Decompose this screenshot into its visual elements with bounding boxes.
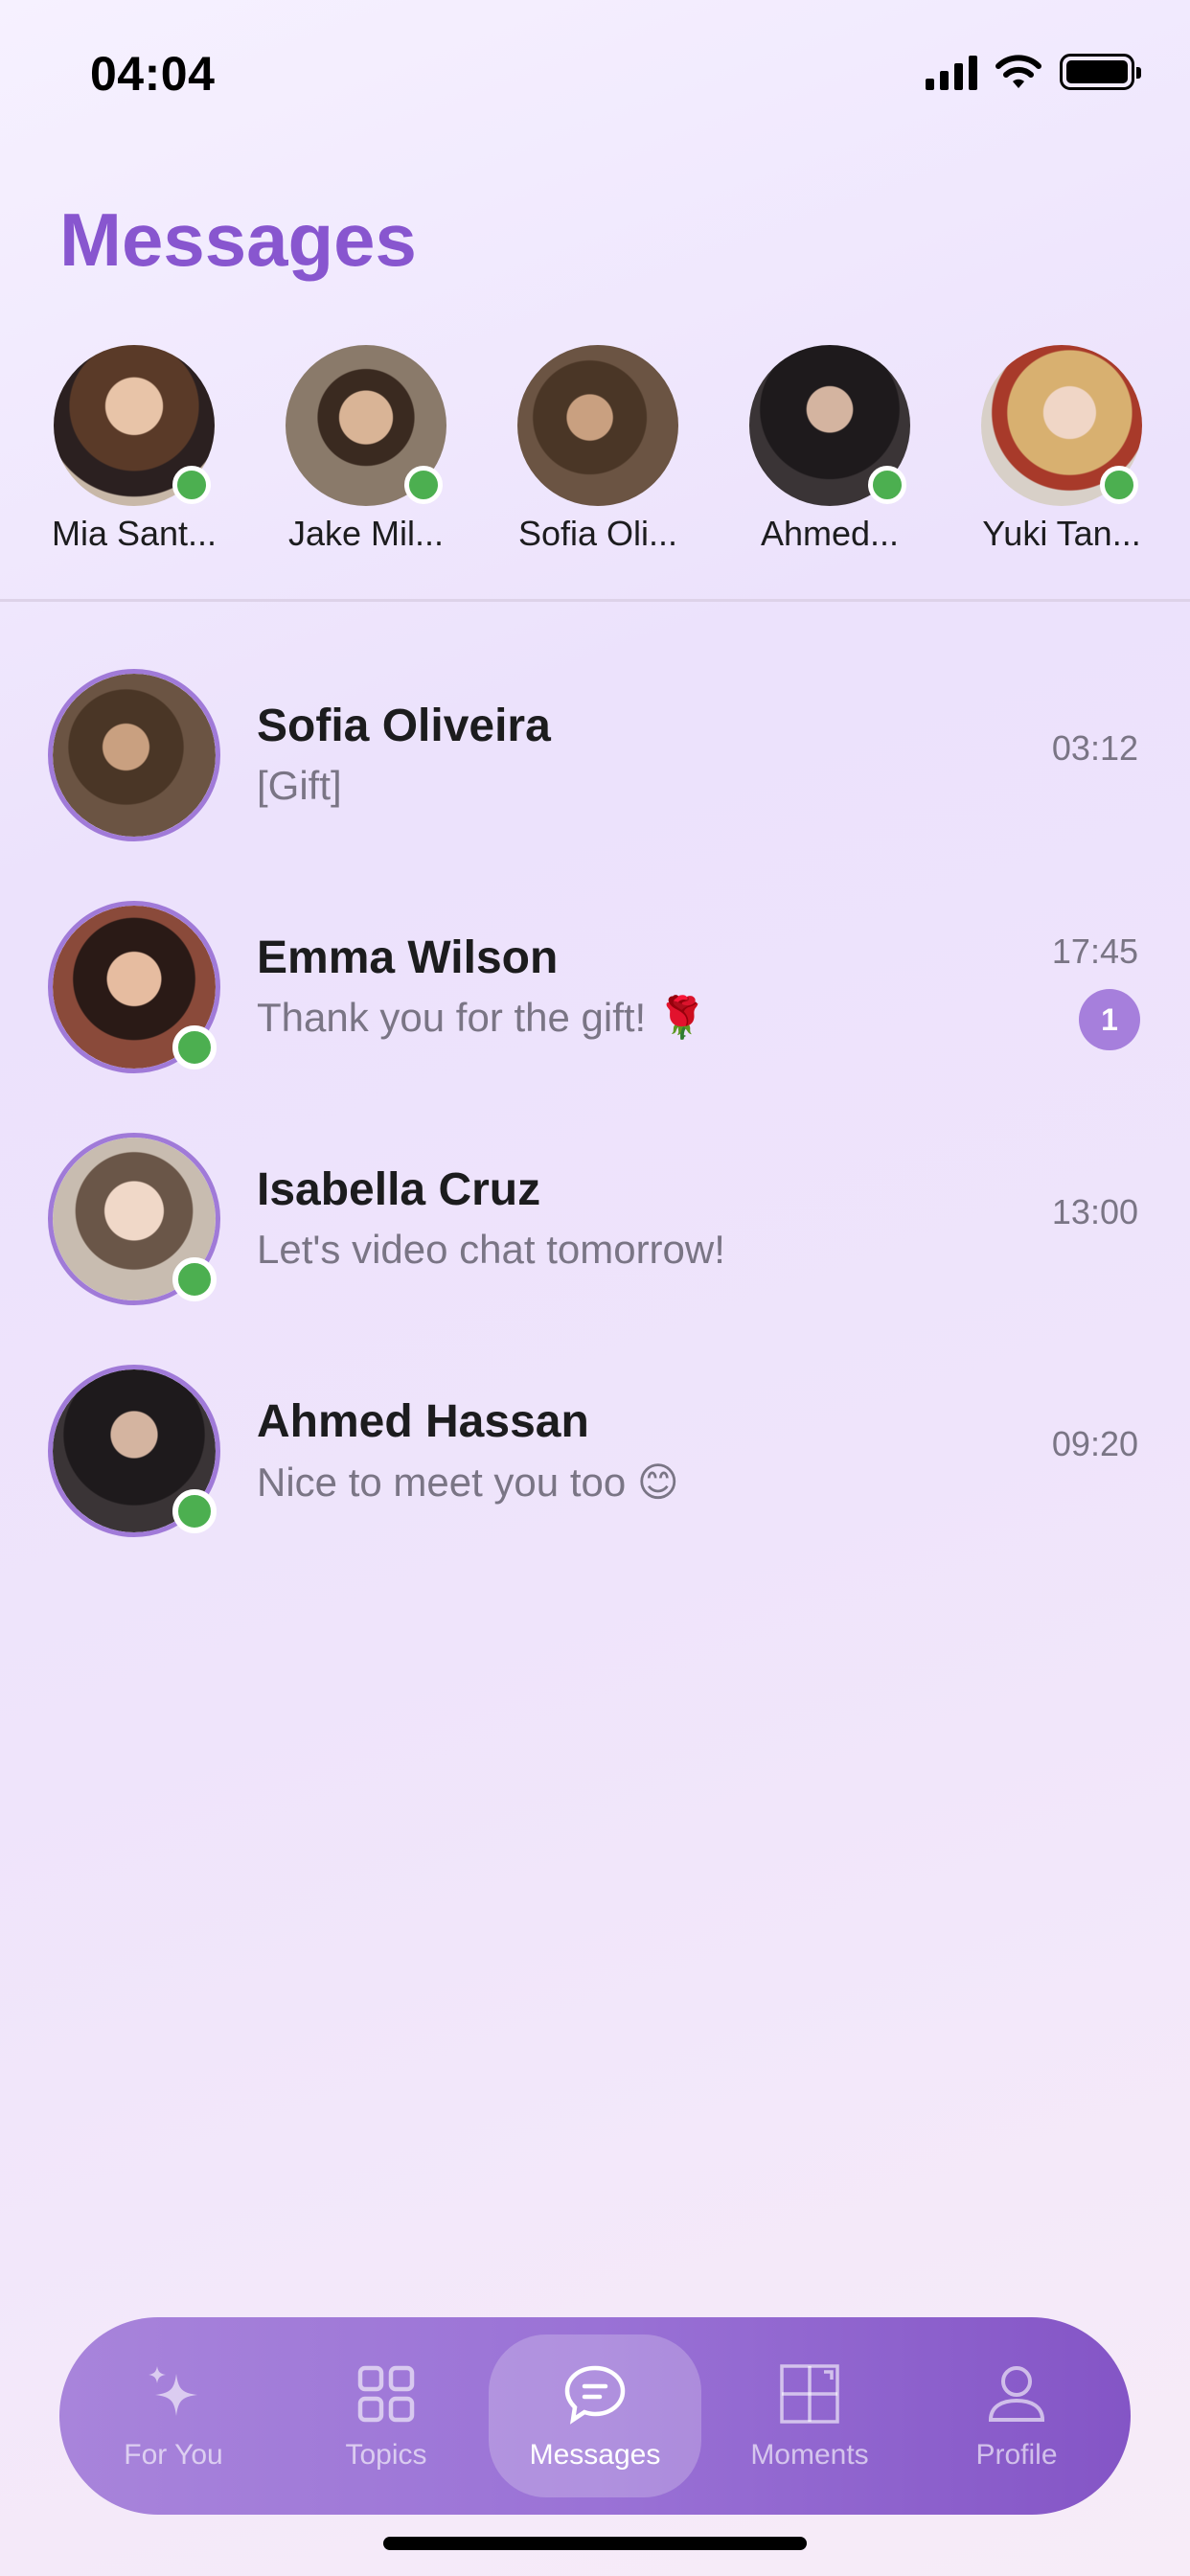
battery-icon [1060,54,1141,90]
conversation-preview: Nice to meet you too 😊 [257,1460,679,1505]
story-item[interactable]: Ahmed... [729,345,930,554]
online-indicator [172,466,211,504]
tab-messages[interactable]: Messages [489,2334,701,2497]
online-users-row[interactable]: Mia Sant... Jake Mil... Sofia Oli... Ahm… [0,345,1190,565]
conversation-name: Ahmed Hassan [257,1396,589,1447]
story-name: Sofia Oli... [517,514,678,553]
tab-moments[interactable]: Moments [703,2334,916,2497]
tab-label: Messages [529,2439,661,2471]
avatar[interactable] [517,345,678,506]
status-time: 04:04 [90,47,216,101]
conversation-name: Emma Wilson [257,932,559,983]
conversation-row[interactable]: Emma Wilson Thank you for the gift! 🌹 17… [0,893,1190,1085]
conversation-name: Sofia Oliveira [257,701,551,751]
avatar[interactable] [48,669,220,841]
chat-bubble-icon [564,2365,626,2425]
divider [0,599,1190,602]
sparkle-icon [149,2366,197,2416]
page-title: Messages [59,197,417,282]
conversation-row[interactable]: Ahmed Hassan Nice to meet you too 😊 09:2… [0,1357,1190,1549]
story-name: Mia Sant... [51,514,217,553]
moments-grid-icon [780,2364,839,2424]
tab-label: Moments [750,2439,869,2471]
avatar[interactable] [48,1365,220,1537]
tab-profile[interactable]: Profile [910,2334,1123,2497]
tab-label: For You [124,2439,223,2471]
wifi-icon [995,55,1041,88]
status-bar: 04:04 [0,0,1190,144]
grid-icon [357,2365,415,2423]
story-name: Jake Mil... [287,514,445,553]
person-icon [988,2366,1045,2422]
conversation-preview: [Gift] [257,763,342,808]
tab-label: Topics [345,2439,427,2471]
conversation-time: 17:45 [1051,932,1138,971]
story-name: Yuki Tan... [982,514,1141,553]
online-indicator [172,1489,217,1533]
home-indicator[interactable] [383,2537,807,2550]
avatar[interactable] [54,345,215,506]
story-item[interactable]: Yuki Tan... [961,345,1162,554]
tab-bar: For You Topics Messages Moments Profile [59,2317,1131,2515]
conversation-preview: Thank you for the gift! 🌹 [257,995,708,1040]
conversation-preview: Let's video chat tomorrow! [257,1227,725,1272]
cellular-signal-icon [926,54,977,90]
conversation-row[interactable]: Isabella Cruz Let's video chat tomorrow!… [0,1125,1190,1317]
online-indicator [404,466,443,504]
conversation-row[interactable]: Sofia Oliveira [Gift] 03:12 [0,661,1190,853]
tab-for-you[interactable]: For You [67,2334,280,2497]
online-indicator [868,466,906,504]
conversation-name: Isabella Cruz [257,1164,541,1215]
avatar[interactable] [981,345,1142,506]
avatar[interactable] [48,901,220,1073]
unread-badge: 1 [1079,989,1140,1050]
online-indicator [1100,466,1138,504]
tab-topics[interactable]: Topics [280,2334,492,2497]
story-item[interactable]: Sofia Oli... [497,345,698,554]
avatar[interactable] [286,345,446,506]
avatar[interactable] [749,345,910,506]
conversation-time: 03:12 [1051,728,1138,768]
online-indicator [172,1257,217,1301]
story-name: Ahmed... [760,514,900,553]
avatar[interactable] [48,1133,220,1305]
conversation-time: 09:20 [1051,1424,1138,1463]
conversation-time: 13:00 [1051,1192,1138,1231]
story-item[interactable]: Jake Mil... [265,345,467,554]
online-indicator [172,1025,217,1070]
status-icons [926,54,1141,90]
story-item[interactable]: Mia Sant... [34,345,235,554]
tab-label: Profile [975,2439,1058,2471]
